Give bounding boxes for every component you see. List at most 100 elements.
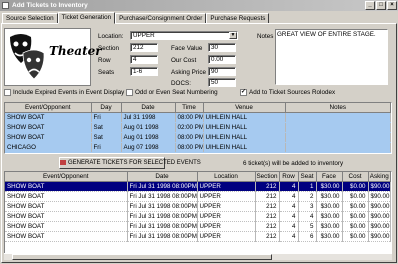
venue-cell: UIHLEIN HALL (203, 122, 286, 133)
day-cell: Fri (91, 112, 122, 123)
scrollbar-thumb[interactable] (12, 254, 272, 260)
location-cell: UPPER (197, 181, 256, 192)
tickets-grid[interactable]: Event/Opponent Date Location Section Row… (4, 171, 392, 260)
asking-cell: $90.00 (368, 201, 391, 212)
table-row[interactable]: SHOW BOAT Sat Aug 01 1998 02:00 PM UIHLEIN H… (5, 122, 391, 133)
date-cell: Fri Jul 31 1998 08:00PM (127, 221, 198, 232)
section-cell: 212 (255, 231, 280, 242)
horizontal-scrollbar[interactable] (4, 253, 392, 260)
maximize-button[interactable]: □ (376, 1, 386, 10)
face-cell: $30.00 (316, 221, 343, 232)
day-cell: Sat (91, 132, 122, 143)
notes-label: Notes (257, 33, 274, 40)
venue-cell: UIHLEIN HALL (203, 112, 286, 123)
table-row[interactable]: SHOW BOAT Fri Jul 31 1998 08:00PM UPPER 212… (5, 211, 391, 222)
seat-cell: 5 (298, 221, 317, 232)
row-cell: 4 (279, 231, 299, 242)
table-row[interactable]: SHOW BOAT Fri Jul 31 1998 08:00PM UPPER 212… (5, 231, 391, 242)
col-header-location[interactable]: Location (197, 172, 256, 182)
face-cell: $30.00 (316, 181, 343, 192)
location-value: UPPER (133, 32, 155, 39)
seat-cell: 6 (298, 231, 317, 242)
col-header-asking[interactable]: Asking (368, 172, 391, 182)
col-header-cost[interactable]: Cost (342, 172, 369, 182)
asking-cell: $90.00 (368, 221, 391, 232)
theater-masks-icon (10, 34, 45, 80)
face-cell: $30.00 (316, 191, 343, 202)
date-cell: Aug 01 1998 (121, 122, 176, 133)
our-cost-label: Our Cost (171, 57, 197, 64)
section-cell: 212 (255, 191, 280, 202)
checkmark-icon[interactable]: ✓ (240, 89, 247, 96)
table-row[interactable]: SHOW BOAT Fri Jul 31 1998 08:00PM UPPER 212… (5, 221, 391, 232)
include-expired-checkbox[interactable]: Include Expired Events in Event Display (4, 89, 124, 96)
time-cell: 08:00 PM (175, 112, 204, 123)
events-grid[interactable]: Event/Opponent Day Date Time Venue Notes… (4, 102, 392, 154)
location-select[interactable]: UPPER ▼ (130, 31, 238, 40)
table-row[interactable]: SHOW BOAT Fri Jul 31 1998 08:00PM UPPER 212… (5, 191, 391, 202)
table-row[interactable]: SHOW BOAT Fri Jul 31 1998 08:00 PM UIHLEIN H… (5, 112, 391, 123)
date-cell: Jul 31 1998 (121, 112, 176, 123)
odd-even-checkbox[interactable]: Odd or Even Seat Numbering (126, 89, 218, 96)
table-row[interactable]: CHICAGO Fri Aug 07 1998 08:00 PM UIHLEIN HAL… (5, 142, 391, 153)
tab-ticket-generation[interactable]: Ticket Generation (57, 12, 116, 24)
chevron-down-icon[interactable]: ▼ (229, 32, 237, 39)
col-header-event[interactable]: Event/Opponent (5, 103, 92, 113)
asking-cell: $90.00 (368, 231, 391, 242)
col-header-venue[interactable]: Venue (203, 103, 286, 113)
seats-input[interactable]: 1-6 (130, 67, 158, 76)
col-header-day[interactable]: Day (91, 103, 122, 113)
seats-label: Seats (98, 69, 115, 76)
asking-cell: $90.00 (368, 211, 391, 222)
seat-cell: 1 (298, 181, 317, 192)
day-cell: Sat (91, 122, 122, 133)
notes-cell (285, 132, 391, 143)
date-cell: Fri Jul 31 1998 08:00PM (127, 201, 198, 212)
col-header-section[interactable]: Section (255, 172, 280, 182)
docs-label: DOCS: (171, 80, 191, 87)
section-input[interactable]: 212 (130, 43, 158, 52)
generate-tickets-button[interactable]: GENERATE TICKETS FOR SELECTED EVENTS (59, 157, 201, 169)
asking-cell: $90.00 (368, 181, 391, 192)
status-text: 6 ticket(s) will be added to inventory (243, 160, 344, 167)
add-rolodex-checkbox[interactable]: ✓ Add to Ticket Sources Rolodex (240, 89, 335, 96)
notes-cell (285, 122, 391, 133)
face-value-input[interactable]: 30 (208, 43, 236, 52)
cost-cell: $0.00 (342, 231, 369, 242)
close-button[interactable]: × (387, 1, 397, 10)
col-header-notes[interactable]: Notes (285, 103, 391, 113)
event-cell: SHOW BOAT (5, 201, 128, 212)
asking-price-input[interactable]: 90 (208, 67, 236, 76)
col-header-seat[interactable]: Seat (298, 172, 317, 182)
cost-cell: $0.00 (342, 201, 369, 212)
minimize-button[interactable]: _ (365, 1, 375, 10)
title-bar: Add Tickets to Inventory _ □ × (0, 0, 398, 11)
location-cell: UPPER (197, 201, 256, 212)
table-row[interactable]: SHOW BOAT Fri Jul 31 1998 08:00PM UPPER 212… (5, 181, 391, 192)
col-header-row[interactable]: Row (279, 172, 299, 182)
our-cost-input[interactable]: 0.00 (208, 55, 236, 64)
location-cell: UPPER (197, 211, 256, 222)
docs-input[interactable]: 50 (208, 78, 236, 87)
section-cell: 212 (255, 201, 280, 212)
checkbox-box[interactable] (4, 89, 11, 96)
cost-cell: $0.00 (342, 221, 369, 232)
col-header-date[interactable]: Date (121, 103, 176, 113)
table-row[interactable]: SHOW BOAT Sat Aug 01 1998 08:00 PM UIHLEIN H… (5, 132, 391, 143)
table-row[interactable]: SHOW BOAT Fri Jul 31 1998 08:00PM UPPER 212… (5, 201, 391, 212)
row-input[interactable]: 4 (130, 55, 158, 64)
cost-cell: $0.00 (342, 191, 369, 202)
checkbox-box[interactable] (126, 89, 133, 96)
col-header-face[interactable]: Face (316, 172, 343, 182)
cost-cell: $0.00 (342, 211, 369, 222)
day-cell: Fri (91, 142, 122, 153)
event-cell: SHOW BOAT (5, 132, 92, 143)
face-value-label: Face Value (171, 45, 203, 52)
col-header-event[interactable]: Event/Opponent (5, 172, 128, 182)
col-header-date[interactable]: Date (127, 172, 198, 182)
time-cell: 08:00 PM (175, 132, 204, 143)
notes-textarea[interactable]: GREAT VIEW OF ENTIRE STAGE. (275, 29, 388, 85)
seat-cell: 2 (298, 191, 317, 202)
col-header-time[interactable]: Time (175, 103, 204, 113)
event-cell: CHICAGO (5, 142, 92, 153)
